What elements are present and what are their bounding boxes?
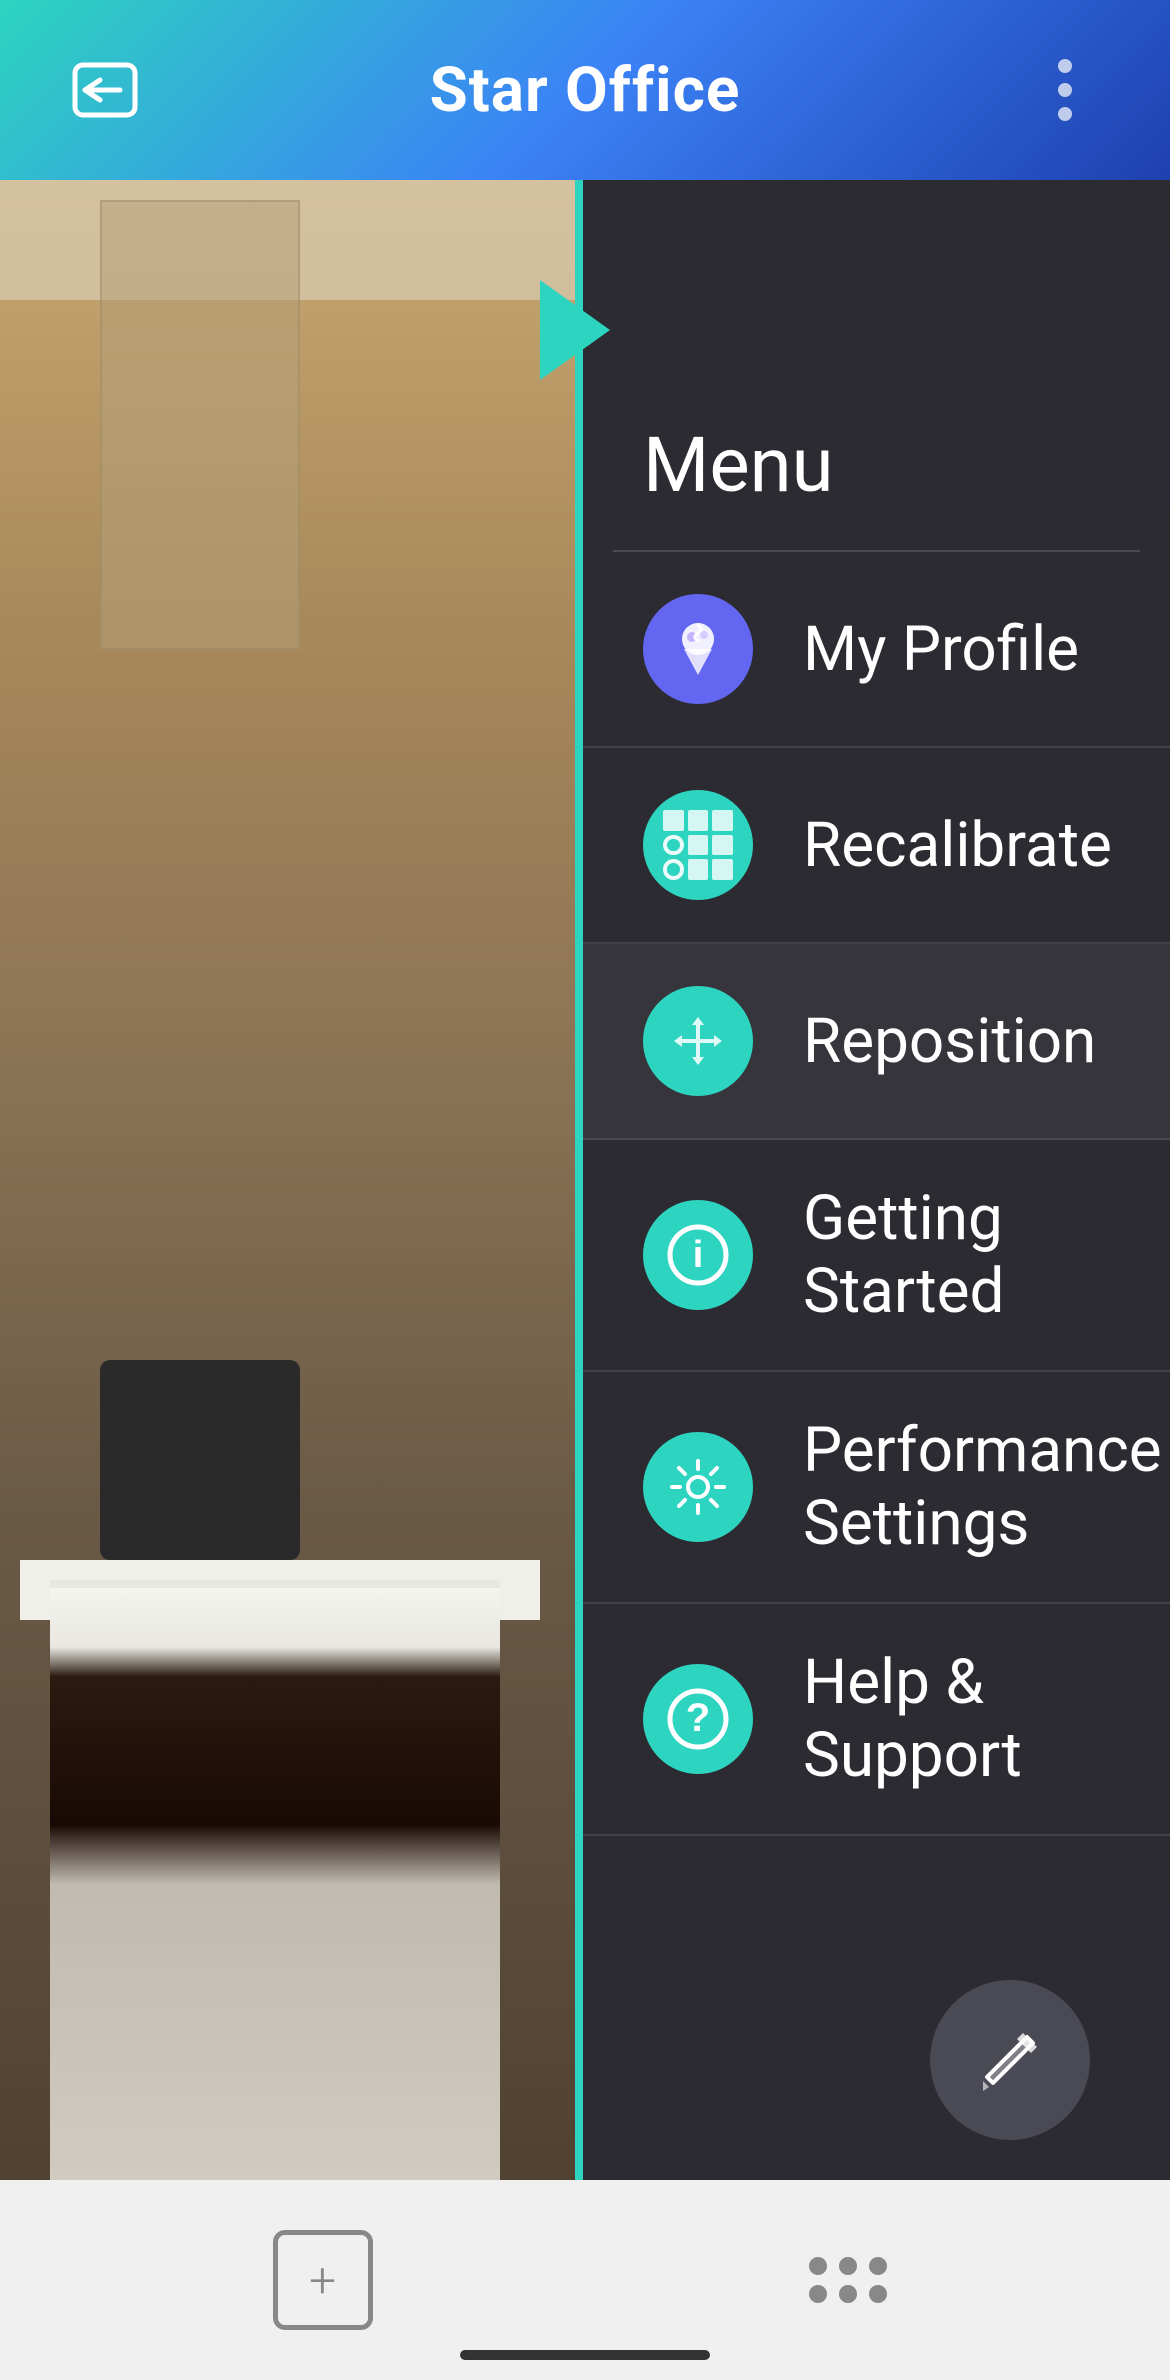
home-indicator	[460, 2350, 710, 2360]
menu-item-recalibrate[interactable]: Recalibrate	[583, 748, 1170, 944]
menu-item-performance-settings[interactable]: Performance Settings	[583, 1372, 1170, 1604]
recalibrate-label: Recalibrate	[803, 809, 1112, 882]
back-button[interactable]	[60, 45, 150, 135]
desk	[50, 1580, 500, 2180]
plus-icon: +	[309, 2252, 336, 2309]
dot-r2c1	[809, 2285, 827, 2303]
background-area: Menu My Profile	[0, 180, 1170, 2380]
svg-text:?: ?	[685, 1696, 709, 1740]
dots-row-2	[809, 2285, 887, 2303]
recalibrate-icon	[643, 790, 753, 900]
dot-1	[1058, 59, 1072, 73]
grid-view-button[interactable]	[788, 2220, 908, 2340]
edit-icon	[975, 2025, 1045, 2095]
office-background	[0, 180, 580, 2380]
getting-started-icon: i	[643, 1200, 753, 1310]
dots-row-1	[809, 2257, 887, 2275]
add-icon-box: +	[273, 2230, 373, 2330]
dot-2	[1058, 83, 1072, 97]
my-profile-icon	[643, 594, 753, 704]
reposition-label: Reposition	[803, 1005, 1096, 1078]
grid-icon-inner	[663, 810, 733, 880]
dot-r2c3	[869, 2285, 887, 2303]
more-options-button[interactable]	[1020, 45, 1110, 135]
menu-item-reposition[interactable]: Reposition	[583, 944, 1170, 1140]
reposition-icon	[643, 986, 753, 1096]
dot-r1c3	[869, 2257, 887, 2275]
getting-started-label: Getting Started	[803, 1182, 1110, 1328]
dot-r1c1	[809, 2257, 827, 2275]
teal-divider	[575, 180, 583, 2380]
performance-settings-label: Performance Settings	[803, 1414, 1162, 1560]
menu-item-help-support[interactable]: ? Help & Support	[583, 1604, 1170, 1836]
add-button[interactable]: +	[263, 2220, 383, 2340]
dot-3	[1058, 107, 1072, 121]
performance-settings-icon	[643, 1432, 753, 1542]
my-profile-label: My Profile	[803, 613, 1079, 686]
dot-r1c2	[839, 2257, 857, 2275]
dot-r2c2	[839, 2285, 857, 2303]
grid-dots-icon	[809, 2257, 887, 2303]
desk-machine	[100, 1360, 300, 1560]
wall-panel	[100, 200, 300, 650]
help-support-label: Help & Support	[803, 1646, 1110, 1792]
app-header: Star Office	[0, 0, 1170, 180]
fab-edit-button[interactable]	[930, 1980, 1090, 2140]
menu-item-getting-started[interactable]: i Getting Started	[583, 1140, 1170, 1372]
menu-title: Menu	[583, 360, 1170, 550]
menu-item-my-profile[interactable]: My Profile	[583, 552, 1170, 748]
app-title: Star Office	[430, 54, 741, 127]
help-support-icon: ?	[643, 1664, 753, 1774]
svg-text:i: i	[692, 1234, 703, 1276]
